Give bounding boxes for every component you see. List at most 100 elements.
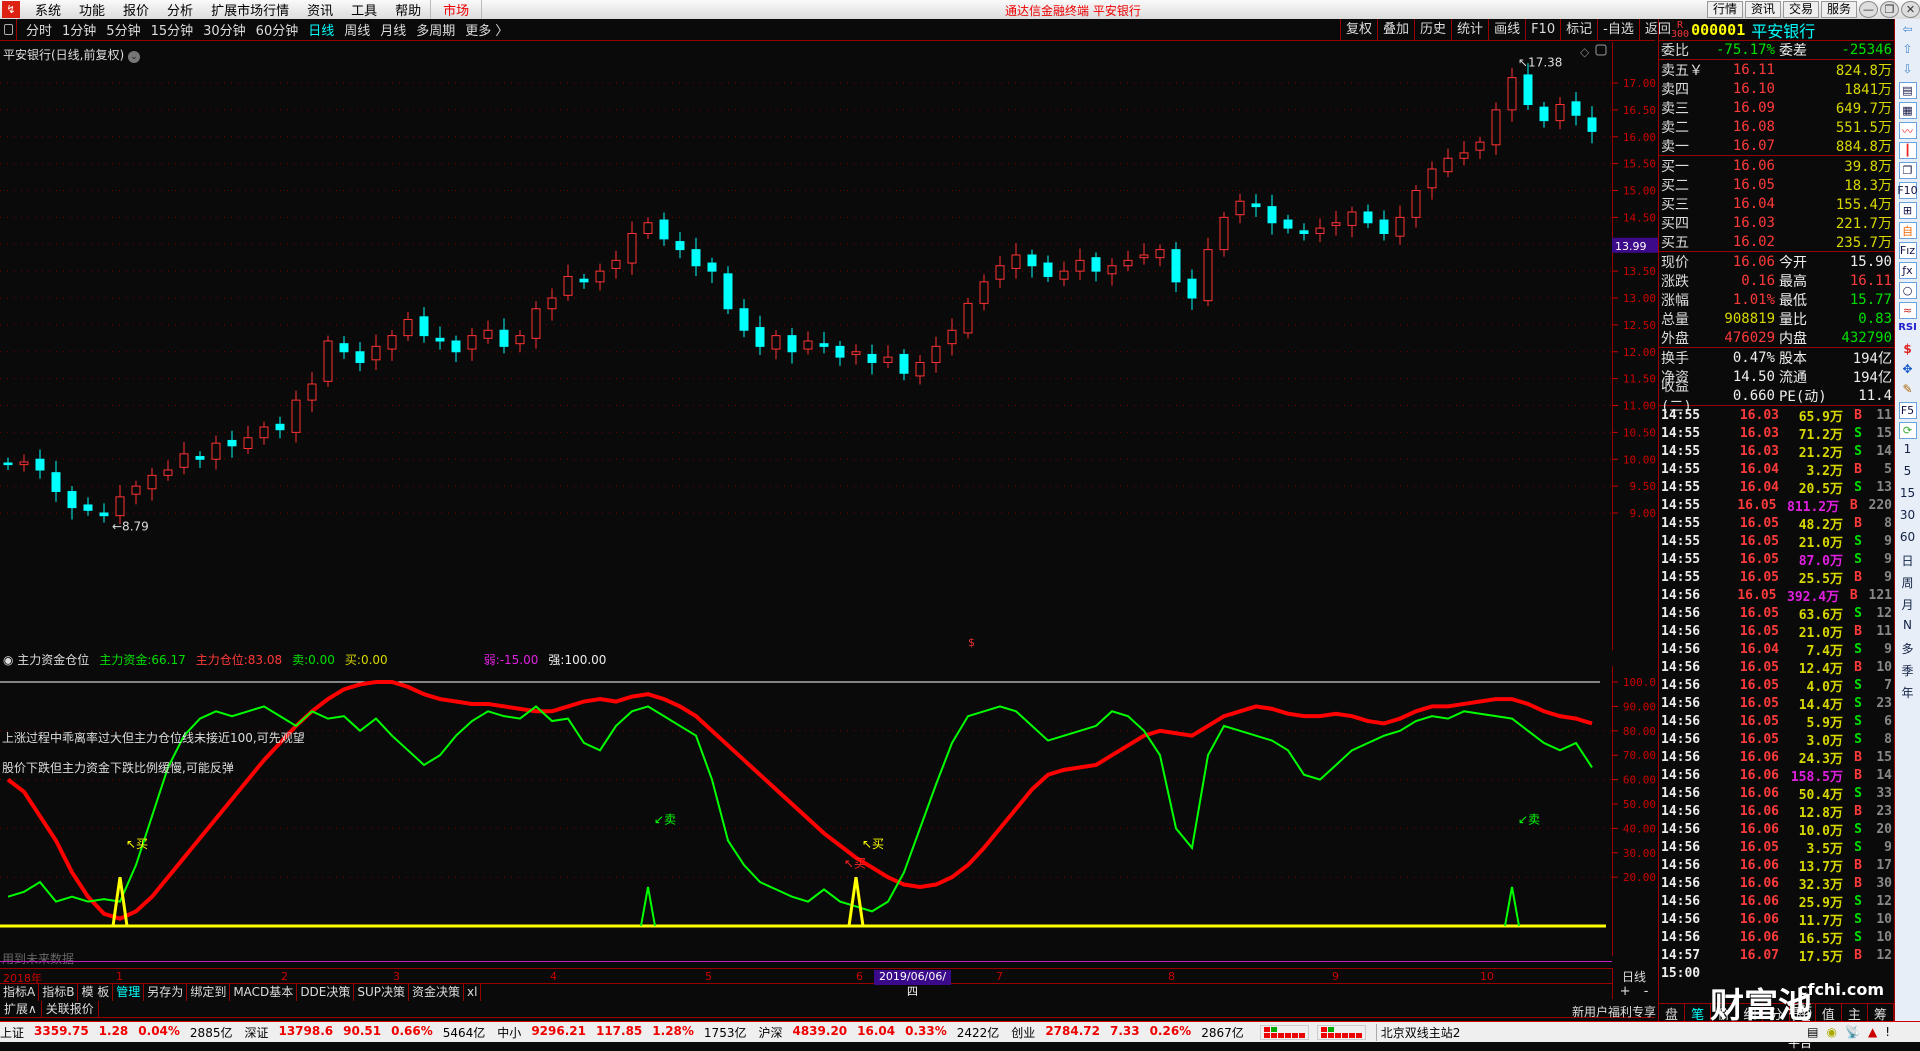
zoom-in-button[interactable]: + <box>1620 984 1631 999</box>
watchlist-remove-button[interactable]: -自选 <box>1597 19 1639 41</box>
bid-row[interactable]: 买三 16.04 155.4万 <box>1659 194 1894 213</box>
minimize-icon[interactable]: — <box>1859 1 1878 18</box>
side-period-周[interactable]: 周 <box>1901 574 1913 591</box>
draw-button[interactable]: 画线 <box>1488 19 1525 41</box>
index-中小[interactable]: 中小 9296.21 117.85 1.28% 1753亿 <box>497 1024 746 1041</box>
new-user-promo-link[interactable]: 新用户福利专享 <box>1572 1003 1656 1020</box>
period-monthly[interactable]: 月线 <box>375 20 411 39</box>
ask-row[interactable]: 卖一 16.07 884.8万 <box>1659 136 1894 155</box>
menu-quote[interactable]: 报价 <box>114 0 158 19</box>
quote-tab[interactable]: 筹 <box>1868 1004 1894 1023</box>
quote-tab[interactable]: 联 <box>1790 1004 1816 1023</box>
period-30min[interactable]: 30分钟 <box>198 20 251 39</box>
coin-icon[interactable]: ◉ <box>1827 1025 1837 1039</box>
side-period-年[interactable]: 年 <box>1901 684 1913 701</box>
ask-row[interactable]: 卖二 16.08 551.5万 <box>1659 117 1894 136</box>
menu-market[interactable]: 市场 <box>430 0 483 19</box>
circle-icon[interactable]: ○ <box>1898 282 1917 299</box>
menu-system[interactable]: 系统 <box>26 0 70 19</box>
windows-icon[interactable]: ❐ <box>1898 162 1917 179</box>
tab-sup[interactable]: SUP决策 <box>354 984 410 1001</box>
quote-tab[interactable]: 主 <box>1842 1004 1868 1023</box>
move-icon[interactable]: ✥ <box>1902 362 1912 379</box>
tick-list[interactable]: 14:55 16.03 65.9万 B 11 14:55 16.03 71.2万 S 15 14:5… <box>1659 406 1894 982</box>
satellite-icon[interactable]: 📡 <box>1845 1025 1860 1039</box>
tab-manage[interactable]: 管理 <box>113 984 145 1001</box>
dollar-icon[interactable]: $ <box>1903 342 1911 359</box>
period-intraday[interactable]: 分时 <box>21 20 57 39</box>
service-button[interactable]: 服务 <box>1820 1 1857 18</box>
index-上证[interactable]: 上证 3359.75 1.28 0.04% 2885亿 <box>0 1024 232 1041</box>
panel-toggle-icon[interactable] <box>0 18 17 41</box>
server-name[interactable]: 北京双线主站2 <box>1375 1023 1460 1041</box>
mark-button[interactable]: 标记 <box>1560 19 1597 41</box>
candlestick-chart[interactable]: ↖17.38 ←8.79 $ ◇ <box>0 42 1612 650</box>
ask-row[interactable]: 卖三 16.09 649.7万 <box>1659 98 1894 117</box>
candlestick-icon[interactable]: ┃ <box>1898 142 1917 159</box>
overlay-button[interactable]: 叠加 <box>1377 19 1414 41</box>
restore-icon[interactable]: ❐ <box>1880 1 1899 18</box>
quote-tab[interactable]: 值 <box>1816 1004 1842 1023</box>
period-multi[interactable]: 多周期 <box>411 20 460 39</box>
refresh-icon[interactable]: ⟳ <box>1898 422 1917 439</box>
arrow-left-icon[interactable]: ⇦ <box>1902 22 1912 39</box>
arrow-down-icon[interactable]: ⇩ <box>1902 62 1912 79</box>
tab-bind-to[interactable]: 绑定到 <box>187 984 231 1001</box>
side-period-60[interactable]: 60 <box>1900 530 1915 547</box>
close-icon[interactable]: ✕ <box>1901 1 1920 18</box>
menu-extended-market[interactable]: 扩展市场行情 <box>202 0 298 19</box>
quote-list-icon[interactable]: ▤ <box>1898 82 1917 99</box>
chevron-down-icon[interactable]: ⌄ <box>128 51 141 63</box>
side-period-15[interactable]: 15 <box>1900 486 1915 503</box>
menu-function[interactable]: 功能 <box>70 0 114 19</box>
tree-icon[interactable]: ⊞ <box>1898 202 1917 219</box>
quote-tab[interactable]: 细 <box>1737 1004 1764 1023</box>
period-label[interactable]: 日线 <box>1612 968 1655 984</box>
wave-icon[interactable]: ≈ <box>1898 302 1917 319</box>
document-icon[interactable]: ▤ <box>1807 1025 1818 1039</box>
menu-tools[interactable]: 工具 <box>342 0 386 19</box>
index-沪深[interactable]: 沪深 4839.20 16.04 0.33% 2422亿 <box>758 1024 999 1041</box>
pencil-icon[interactable]: ✎ <box>1902 382 1912 399</box>
tab-extend[interactable]: 扩展∧ <box>0 1001 42 1017</box>
side-period-季[interactable]: 季 <box>1901 662 1913 679</box>
quote-tab[interactable]: 分 <box>1763 1004 1790 1023</box>
bid-row[interactable]: 买五 16.02 235.7万 <box>1659 232 1894 251</box>
period-15min[interactable]: 15分钟 <box>146 20 199 39</box>
tab-fund-decision[interactable]: 资金决策 <box>409 984 465 1001</box>
quote-tab[interactable]: 盘 <box>1659 1004 1686 1023</box>
zoom-out-button[interactable]: - <box>1644 984 1649 999</box>
tab-save-as[interactable]: 另存为 <box>144 984 188 1001</box>
tab-indicator-b[interactable]: 指标B <box>39 984 79 1001</box>
tab-related-quotes[interactable]: 关联报价 <box>42 1001 99 1017</box>
index-创业[interactable]: 创业 2784.72 7.33 0.26% 2867亿 <box>1011 1024 1243 1041</box>
f12-icon[interactable]: Fız <box>1898 242 1917 259</box>
traffic-light-icon[interactable]: ▲ <box>1868 1025 1877 1039</box>
info-icon[interactable]: ! <box>1885 1025 1890 1039</box>
trade-button[interactable]: 交易 <box>1782 1 1819 18</box>
f10-button[interactable]: F10 <box>1525 19 1560 41</box>
rsi-icon[interactable]: RSI <box>1898 322 1917 339</box>
ask-row[interactable]: 卖五￥ 16.11 824.8万 <box>1659 60 1894 79</box>
side-period-日[interactable]: 日 <box>1901 552 1913 569</box>
side-period-1[interactable]: 1 <box>1904 442 1912 459</box>
menu-analysis[interactable]: 分析 <box>158 0 202 19</box>
menu-news[interactable]: 资讯 <box>298 0 342 19</box>
f5-icon[interactable]: F5 <box>1898 402 1917 419</box>
bid-row[interactable]: 买二 16.05 18.3万 <box>1659 175 1894 194</box>
formula-icon[interactable]: ƒx <box>1898 262 1917 279</box>
quote-tab[interactable]: 笔 <box>1685 1004 1712 1023</box>
tab-macd[interactable]: MACD基本 <box>230 984 298 1001</box>
period-5min[interactable]: 5分钟 <box>101 20 145 39</box>
menu-help[interactable]: 帮助 <box>386 0 430 19</box>
period-more[interactable]: 更多 〉 <box>460 20 513 39</box>
indicator-chart[interactable]: 20.00 30.00 40.00 50.00 60.00 70.00 80.00 90.00… <box>0 666 1660 956</box>
market-button[interactable]: 行情 <box>1706 1 1743 18</box>
bid-row[interactable]: 买一 16.06 39.8万 <box>1659 156 1894 175</box>
side-period-5[interactable]: 5 <box>1904 464 1912 481</box>
statistics-button[interactable]: 统计 <box>1451 19 1488 41</box>
grid-icon[interactable]: ▦ <box>1898 102 1917 119</box>
side-period-N[interactable]: N <box>1903 618 1912 635</box>
news-button[interactable]: 资讯 <box>1744 1 1781 18</box>
quote-tab[interactable]: 价 <box>1711 1004 1738 1023</box>
